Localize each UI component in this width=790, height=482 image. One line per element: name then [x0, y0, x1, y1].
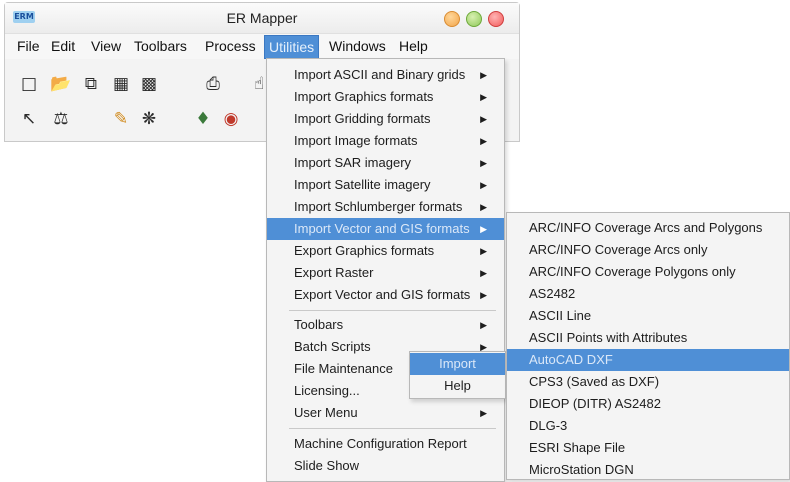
save-icon[interactable]: ▦: [109, 72, 133, 96]
menu-item-import-ascii-binary[interactable]: Import ASCII and Binary grids ▶: [267, 64, 504, 86]
fingerprint-icon[interactable]: ❋: [137, 107, 161, 131]
menu-item-ascii-line[interactable]: ASCII Line: [507, 305, 789, 327]
menu-separator: [289, 310, 496, 311]
menu-item-dieop-as2482[interactable]: DIEOP (DITR) AS2482: [507, 393, 789, 415]
menu-separator: [289, 428, 496, 429]
print-icon[interactable]: ⎙: [201, 72, 225, 96]
menu-process[interactable]: Process: [201, 34, 260, 59]
menu-edit[interactable]: Edit: [47, 34, 79, 59]
zoom-tool-icon[interactable]: ↖: [17, 107, 41, 131]
menu-item-export-graphics[interactable]: Export Graphics formats ▶: [267, 240, 504, 262]
menu-item-toolbars[interactable]: Toolbars ▶: [267, 314, 504, 336]
balance-icon[interactable]: ⚖: [49, 107, 73, 131]
menu-item-arcinfo-polygons-only[interactable]: ARC/INFO Coverage Polygons only: [507, 261, 789, 283]
menu-item-arcinfo-arcs-polygons[interactable]: ARC/INFO Coverage Arcs and Polygons: [507, 217, 789, 239]
vector-gis-submenu: ARC/INFO Coverage Arcs and Polygons ARC/…: [506, 212, 790, 480]
menu-item-esri-shape[interactable]: ESRI Shape File: [507, 437, 789, 459]
menu-utilities[interactable]: Utilities: [264, 35, 320, 59]
chevron-right-icon: ▶: [480, 268, 487, 278]
menu-item-autocad-dxf[interactable]: AutoCAD DXF: [507, 349, 789, 371]
menu-item-dlg3[interactable]: DLG-3: [507, 415, 789, 437]
menu-view[interactable]: View: [87, 34, 125, 59]
paint-icon[interactable]: ✎: [109, 107, 133, 131]
menu-item-export-raster[interactable]: Export Raster ▶: [267, 262, 504, 284]
target-icon[interactable]: ◉: [219, 107, 243, 131]
menu-item-ascii-points[interactable]: ASCII Points with Attributes: [507, 327, 789, 349]
menu-item-import-image[interactable]: Import Image formats ▶: [267, 130, 504, 152]
chevron-right-icon: ▶: [480, 246, 487, 256]
menu-item-import[interactable]: Import: [410, 353, 505, 375]
menu-item-arcinfo-arcs-only[interactable]: ARC/INFO Coverage Arcs only: [507, 239, 789, 261]
layers-icon[interactable]: ♦: [191, 107, 215, 131]
chevron-right-icon: ▶: [480, 70, 487, 80]
chevron-right-icon: ▶: [480, 290, 487, 300]
minimize-button[interactable]: [444, 11, 460, 27]
menu-item-import-sar[interactable]: Import SAR imagery ▶: [267, 152, 504, 174]
menu-item-import-schlumberger[interactable]: Import Schlumberger formats ▶: [267, 196, 504, 218]
menu-item-import-gridding[interactable]: Import Gridding formats ▶: [267, 108, 504, 130]
menu-item-slide-show[interactable]: Slide Show: [267, 455, 504, 477]
chevron-right-icon: ▶: [480, 158, 487, 168]
menu-item-export-vector-gis[interactable]: Export Vector and GIS formats ▶: [267, 284, 504, 306]
chevron-right-icon: ▶: [480, 408, 487, 418]
chevron-right-icon: ▶: [480, 224, 487, 234]
menu-file[interactable]: File: [13, 34, 44, 59]
menu-item-cps3[interactable]: CPS3 (Saved as DXF): [507, 371, 789, 393]
toolbar-row-2: ↖ ⚖ ✎ ❋ ♦ ◉: [11, 107, 271, 137]
menu-item-user-menu[interactable]: User Menu ▶: [267, 402, 504, 424]
menu-item-machine-config-report[interactable]: Machine Configuration Report: [267, 433, 504, 455]
window-title: ER Mapper: [226, 10, 298, 26]
new-file-icon[interactable]: □: [17, 72, 41, 96]
save-as-icon[interactable]: ▩: [137, 72, 161, 96]
menu-toolbars[interactable]: Toolbars: [130, 34, 191, 59]
chevron-right-icon: ▶: [480, 320, 487, 330]
chevron-right-icon: ▶: [480, 180, 487, 190]
copy-icon[interactable]: ⧉: [79, 72, 103, 96]
menu-help[interactable]: Help: [395, 34, 432, 59]
maximize-button[interactable]: [466, 11, 482, 27]
menu-item-import-satellite[interactable]: Import Satellite imagery ▶: [267, 174, 504, 196]
menu-item-as2482[interactable]: AS2482: [507, 283, 789, 305]
open-folder-icon[interactable]: 📂: [49, 72, 73, 96]
menu-item-help[interactable]: Help: [410, 375, 505, 397]
chevron-right-icon: ▶: [480, 202, 487, 212]
toolbar-row-1: □ 📂 ⧉ ▦ ▩ ⎙ ☝: [11, 72, 271, 102]
close-button[interactable]: [488, 11, 504, 27]
menu-bar: File Edit View Toolbars Process Utilitie…: [5, 34, 519, 59]
chevron-right-icon: ▶: [480, 114, 487, 124]
chevron-right-icon: ▶: [480, 92, 487, 102]
title-bar[interactable]: ERM ER Mapper: [5, 3, 519, 34]
file-maintenance-submenu: Import Help: [409, 351, 506, 399]
chevron-right-icon: ▶: [480, 136, 487, 146]
menu-item-import-graphics[interactable]: Import Graphics formats ▶: [267, 86, 504, 108]
menu-item-microstation-dgn[interactable]: MicroStation DGN: [507, 459, 789, 481]
menu-windows[interactable]: Windows: [325, 34, 390, 59]
menu-item-import-vector-gis[interactable]: Import Vector and GIS formats ▶: [267, 218, 504, 240]
utilities-menu: Import ASCII and Binary grids ▶ Import Gr…: [266, 58, 505, 482]
